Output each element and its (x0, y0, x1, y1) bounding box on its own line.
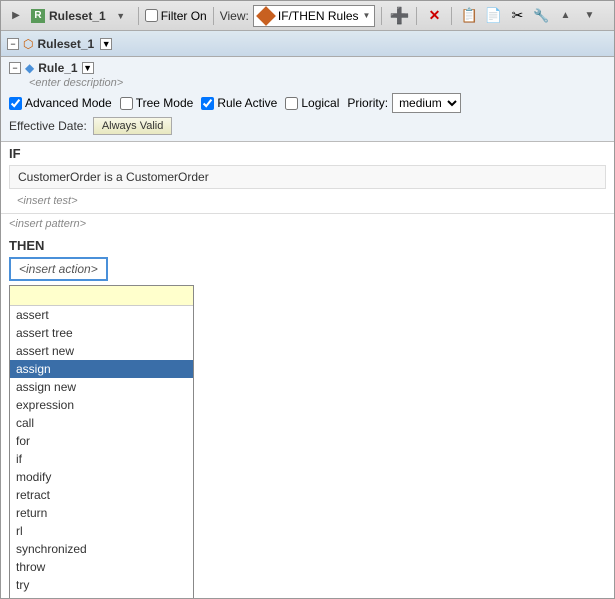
dropdown-item-return[interactable]: return (10, 504, 193, 522)
rule-section: − ◆ Rule_1 ▼ <enter description> Advance… (1, 57, 614, 142)
dropdown-item-rl[interactable]: rl (10, 522, 193, 540)
dropdown-item-while[interactable]: while (10, 594, 193, 598)
dropdown-item-assert-new[interactable]: assert new (10, 342, 193, 360)
logical-text: Logical (301, 96, 339, 110)
view-label: View: (220, 9, 249, 23)
add-button[interactable]: ➕ (388, 5, 410, 27)
toolbar: ▶ R Ruleset_1 ▼ Filter On View: IF/THEN … (1, 1, 614, 31)
insert-test-link[interactable]: <insert test> (9, 193, 606, 209)
dropdown-item-throw[interactable]: throw (10, 558, 193, 576)
copy-icon-btn[interactable]: 📋 (458, 5, 480, 27)
dropdown-item-retract[interactable]: retract (10, 486, 193, 504)
expand-ruleset-btn[interactable]: ▶ (5, 5, 27, 27)
effective-date-row: Effective Date: Always Valid (9, 117, 606, 135)
dropdown-item-try[interactable]: try (10, 576, 193, 594)
tree-mode-text: Tree Mode (136, 96, 194, 110)
ruleset-options-icon[interactable]: ▼ (100, 38, 112, 50)
rule-active-checkbox[interactable] (201, 97, 214, 110)
then-section: THEN <insert action> assertassert treeas… (1, 234, 614, 598)
view-dropdown-arrow-icon: ▼ (363, 11, 371, 20)
ruleset-type-icon: ⬡ (23, 37, 33, 51)
advanced-mode-text: Advanced Mode (25, 96, 112, 110)
tree-mode-label[interactable]: Tree Mode (120, 96, 194, 110)
logical-label[interactable]: Logical (285, 96, 339, 110)
tool-icon-btn[interactable]: 🔧 (530, 5, 552, 27)
insert-pattern-link[interactable]: <insert pattern> (1, 214, 614, 234)
ruleset-name: Ruleset_1 (49, 9, 106, 23)
view-icon-wrapper (258, 8, 274, 24)
dropdown-list-container: assertassert treeassert newassignassign … (9, 285, 194, 598)
then-label: THEN (9, 238, 606, 253)
rule-name: Rule_1 (38, 61, 77, 75)
dropdown-item-for[interactable]: for (10, 432, 193, 450)
delete-button[interactable]: ✕ (423, 5, 445, 27)
content-area: IF CustomerOrder is a CustomerOrder <ins… (1, 142, 614, 598)
rule-active-label[interactable]: Rule Active (201, 96, 277, 110)
dropdown-item-assert[interactable]: assert (10, 306, 193, 324)
paste-icon-btn[interactable]: 📄 (482, 5, 504, 27)
ruleset-icon: R (31, 9, 45, 23)
separator-3 (381, 7, 382, 25)
action-icons: 📋 📄 ✂ 🔧 ▲ ▼ (458, 5, 600, 27)
filter-area: Filter On (145, 9, 207, 23)
ruleset-header: − ⬡ Ruleset_1 ▼ (1, 31, 614, 57)
view-option-text: IF/THEN Rules (278, 9, 359, 23)
dropdown-item-synchronized[interactable]: synchronized (10, 540, 193, 558)
advanced-mode-checkbox[interactable] (9, 97, 22, 110)
dropdown-search-input[interactable] (10, 286, 193, 306)
separator-2 (213, 7, 214, 25)
dropdown-item-assert-tree[interactable]: assert tree (10, 324, 193, 342)
dropdown-item-modify[interactable]: modify (10, 468, 193, 486)
ruleset-header-name: Ruleset_1 (37, 37, 94, 51)
separator-1 (138, 7, 139, 25)
ruleset-menu-btn[interactable]: ▼ (110, 5, 132, 27)
priority-label: Priority: (347, 96, 388, 110)
rule-options-icon[interactable]: ▼ (82, 62, 94, 74)
ruleset-expand-icon[interactable]: − (7, 38, 19, 50)
dropdown-item-assign[interactable]: assign (10, 360, 193, 378)
rule-active-text: Rule Active (217, 96, 277, 110)
rule-options: Advanced Mode Tree Mode Rule Active Logi… (9, 93, 606, 113)
rule-description: <enter description> (29, 77, 606, 89)
insert-action-button[interactable]: <insert action> (9, 257, 108, 281)
view-dropdown[interactable]: IF/THEN Rules ▼ (253, 5, 376, 27)
cut-icon-btn[interactable]: ✂ (506, 5, 528, 27)
dropdown-item-if[interactable]: if (10, 450, 193, 468)
always-valid-button[interactable]: Always Valid (93, 117, 173, 135)
if-section: IF CustomerOrder is a CustomerOrder <ins… (1, 142, 614, 214)
rule-expand-icon[interactable]: − (9, 62, 21, 74)
rule-type-icon: ◆ (25, 61, 34, 75)
move-down-btn[interactable]: ▼ (578, 5, 600, 27)
view-diamond-icon (256, 6, 276, 26)
dropdown-item-expression[interactable]: expression (10, 396, 193, 414)
main-container: ▶ R Ruleset_1 ▼ Filter On View: IF/THEN … (0, 0, 615, 599)
priority-select[interactable]: low medium high (392, 93, 461, 113)
if-label: IF (9, 146, 606, 161)
condition-row: CustomerOrder is a CustomerOrder (9, 165, 606, 189)
tree-mode-checkbox[interactable] (120, 97, 133, 110)
priority-area: Priority: low medium high (347, 93, 461, 113)
separator-4 (416, 7, 417, 25)
logical-checkbox[interactable] (285, 97, 298, 110)
separator-5 (451, 7, 452, 25)
filter-label: Filter On (161, 9, 207, 23)
move-up-btn[interactable]: ▲ (554, 5, 576, 27)
advanced-mode-label[interactable]: Advanced Mode (9, 96, 112, 110)
rule-header: − ◆ Rule_1 ▼ (9, 61, 606, 75)
effective-date-label: Effective Date: (9, 119, 87, 133)
dropdown-item-assign-new[interactable]: assign new (10, 378, 193, 396)
dropdown-items: assertassert treeassert newassignassign … (10, 306, 193, 598)
filter-checkbox[interactable] (145, 9, 158, 22)
dropdown-item-call[interactable]: call (10, 414, 193, 432)
